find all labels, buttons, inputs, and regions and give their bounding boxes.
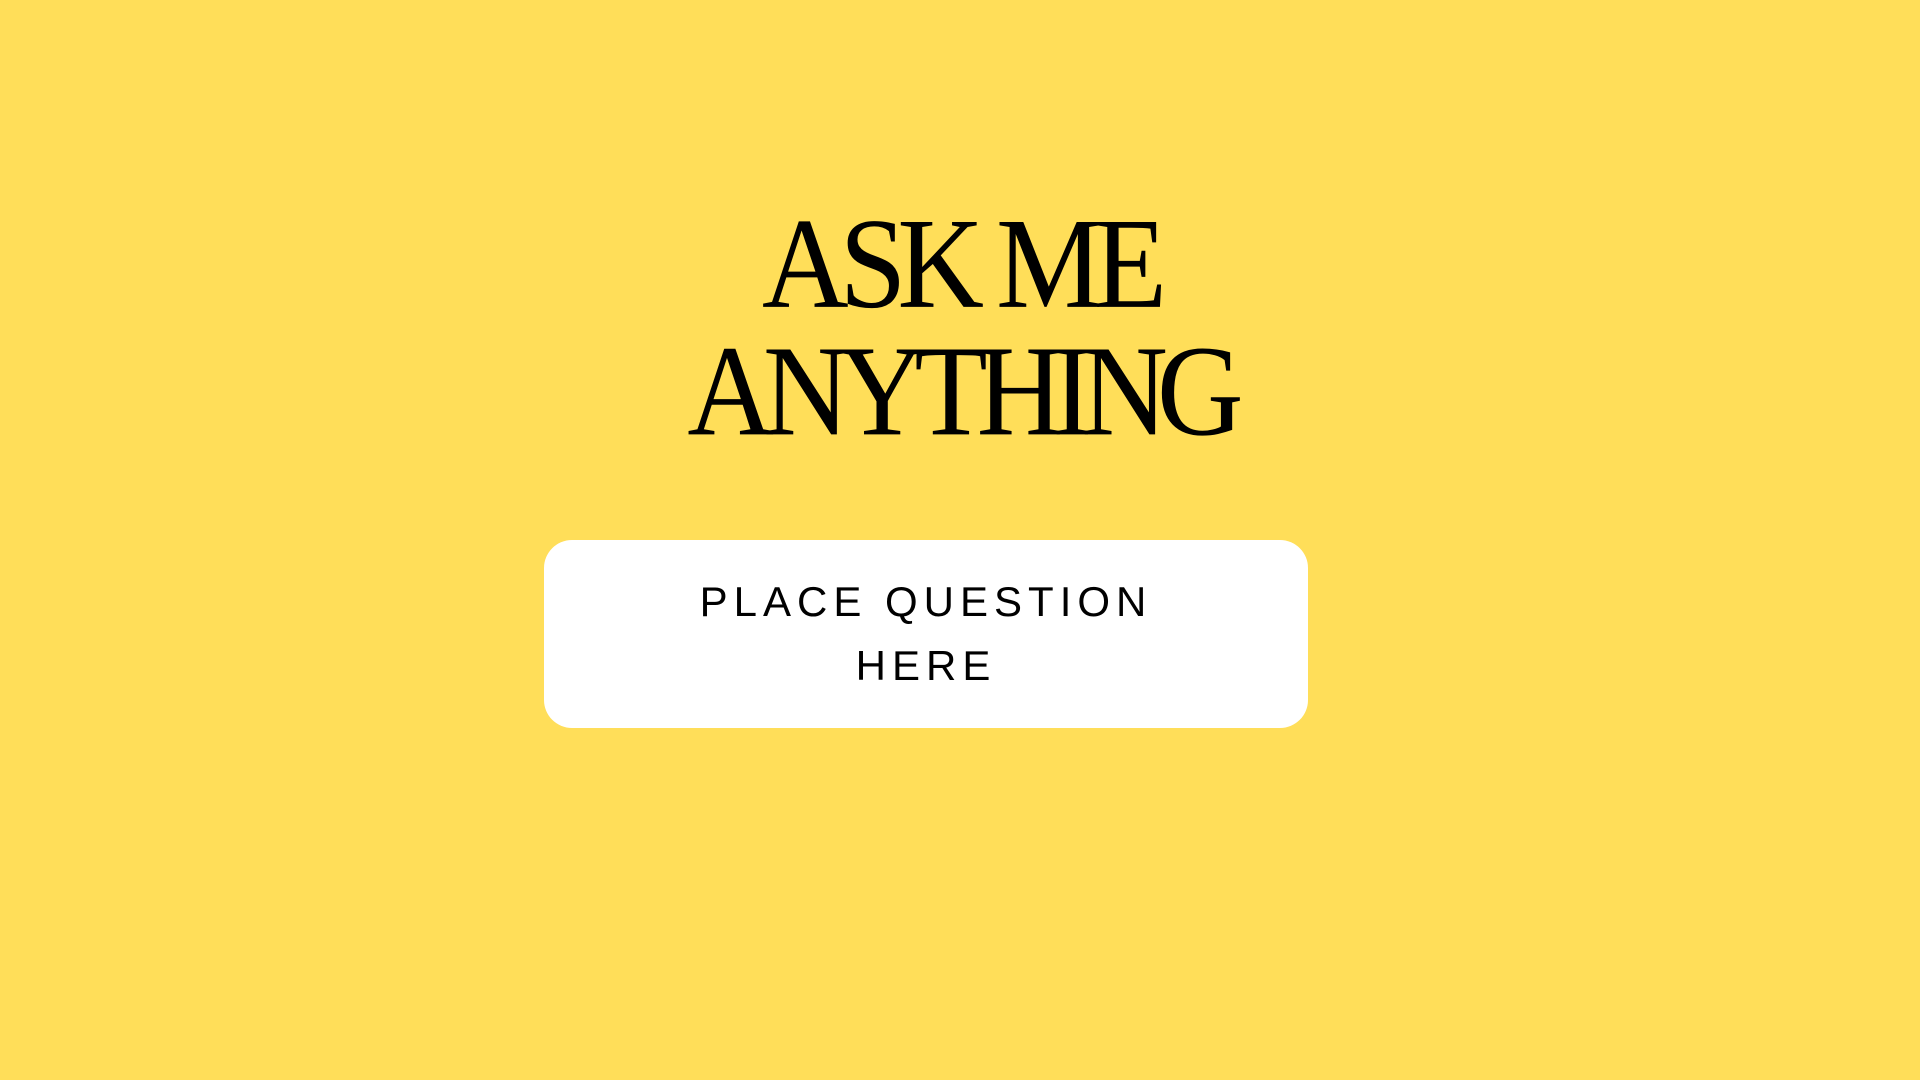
- question-placeholder-text: PLACE QUESTION HERE: [699, 578, 1153, 689]
- headline: ASK ME ANYTHING: [0, 191, 1920, 463]
- headline-line-2: ANYTHING: [687, 318, 1243, 463]
- question-card: PLACE QUESTION HERE: [544, 540, 1308, 728]
- headline-line-1: ASK ME: [761, 191, 1167, 335]
